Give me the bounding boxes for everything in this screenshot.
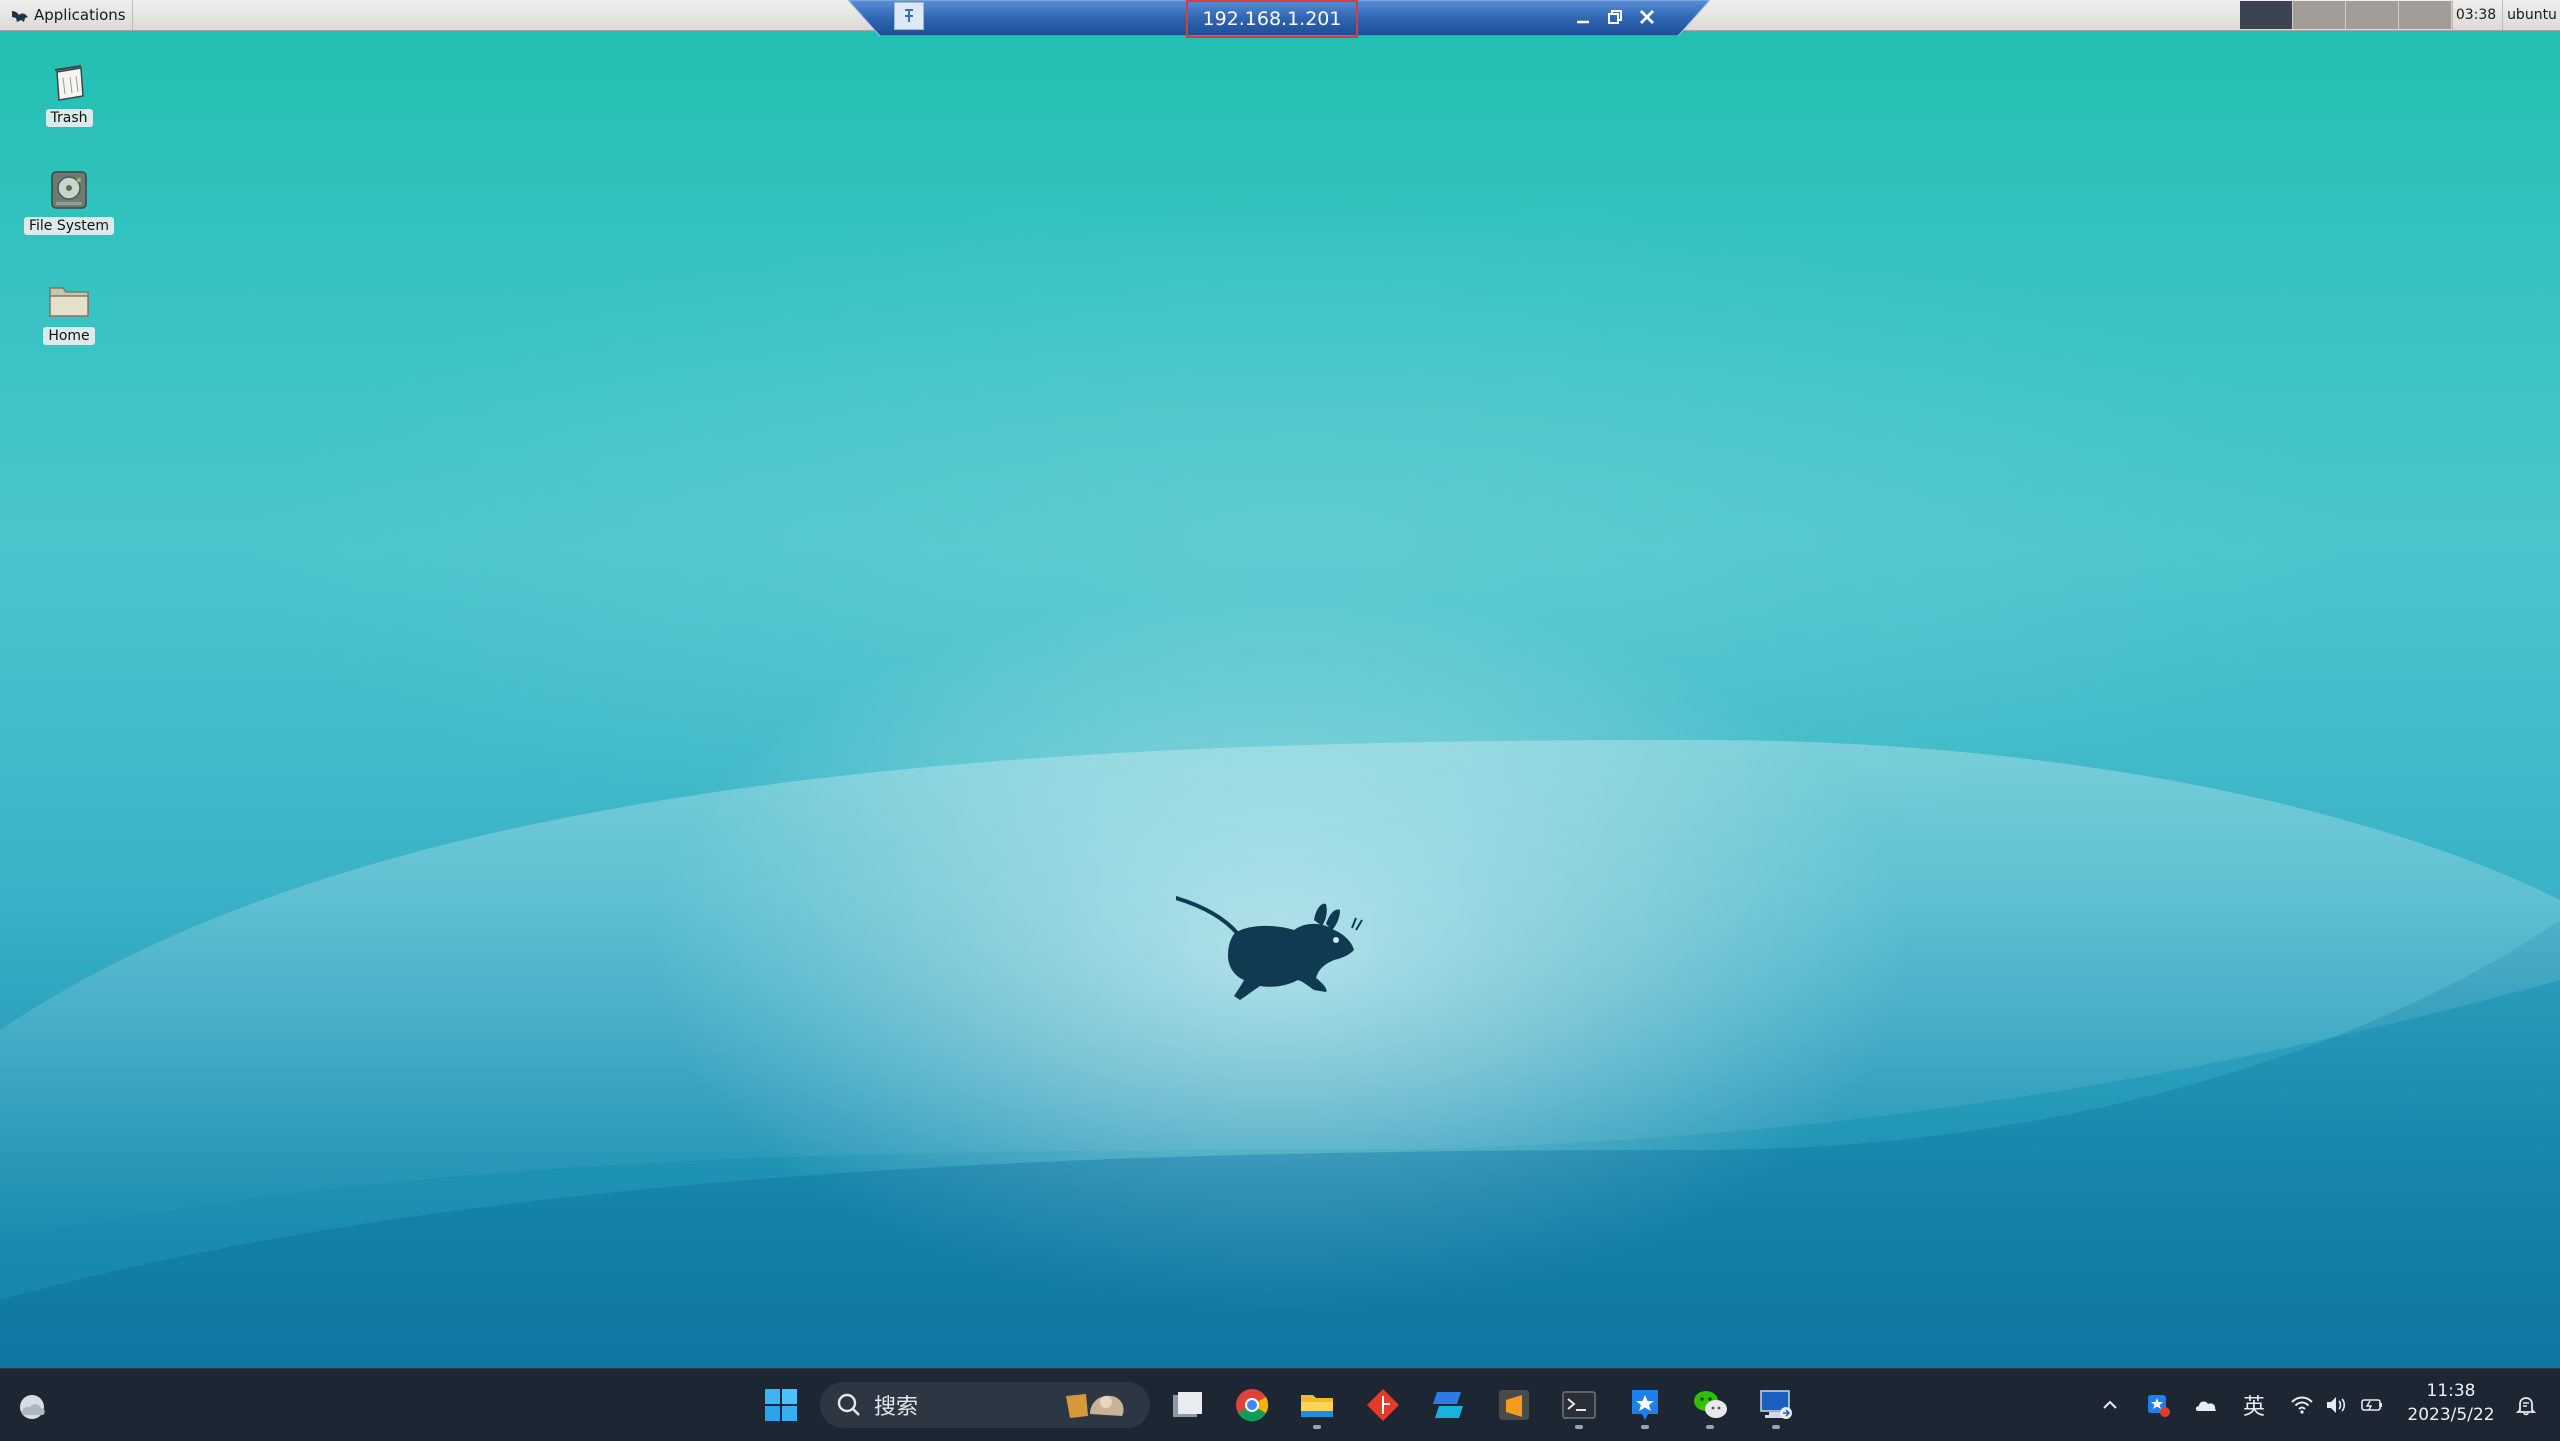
taskbar-azure-data-studio[interactable] <box>1421 1379 1475 1431</box>
battery-icon <box>2361 1399 2382 1411</box>
applications-menu-button[interactable]: Applications <box>4 0 133 30</box>
tray-wifi[interactable] <box>2284 1387 2320 1423</box>
tray-app-status[interactable] <box>2140 1387 2176 1423</box>
restore-icon <box>1608 10 1622 24</box>
panel-clock[interactable]: 03:38 <box>2452 0 2499 30</box>
tray-onedrive[interactable] <box>2188 1387 2224 1423</box>
windows-start-icon <box>765 1389 797 1421</box>
rdp-connection-bar: 192.168.1.201 <box>848 0 1710 38</box>
bell-icon <box>2515 1397 2537 1416</box>
taskbar-chrome[interactable] <box>1225 1379 1279 1431</box>
tray-overflow-button[interactable] <box>2092 1387 2128 1423</box>
weather-widget-icon[interactable] <box>14 1389 50 1425</box>
desktop-icon-home[interactable]: Home <box>24 276 114 345</box>
running-indicator <box>1313 1425 1321 1429</box>
pin-icon <box>905 9 913 22</box>
wallpaper-waves <box>0 740 2560 1368</box>
terminal-icon <box>1562 1391 1596 1419</box>
wifi-icon <box>2291 1396 2313 1414</box>
rdp-close-button[interactable] <box>1634 4 1660 30</box>
taskbar-git[interactable] <box>1356 1379 1410 1431</box>
running-indicator <box>1772 1425 1780 1429</box>
sublime-icon <box>1499 1390 1529 1420</box>
tray-volume[interactable] <box>2318 1387 2354 1423</box>
drive-icon <box>51 171 87 209</box>
rdp-restore-button[interactable] <box>1602 4 1628 30</box>
git-icon <box>1367 1389 1399 1421</box>
desktop-icon-trash[interactable]: Trash <box>24 58 114 127</box>
tray-app-icon <box>2148 1395 2170 1417</box>
workspace-switcher <box>2240 1 2452 29</box>
app-store-icon <box>1632 1390 1658 1420</box>
tray-ime-indicator[interactable]: 英 <box>2236 1387 2272 1423</box>
desktop-icon-label: Home <box>43 327 95 345</box>
rdp-connection-title: 192.168.1.201 <box>1186 0 1358 38</box>
taskbar-date: 2023/5/22 <box>2407 1405 2495 1425</box>
rdp-minimize-button[interactable] <box>1570 4 1596 30</box>
wechat-icon <box>1694 1391 1727 1418</box>
remote-desktop-icon <box>1760 1390 1792 1419</box>
taskbar-sublime-text[interactable] <box>1487 1379 1541 1431</box>
applications-label: Applications <box>34 6 126 24</box>
taskbar-remote-desktop[interactable] <box>1749 1379 1803 1431</box>
xfce-logo-icon <box>12 11 28 22</box>
taskbar-task-view[interactable] <box>1160 1379 1214 1431</box>
cloud-icon <box>2195 1401 2217 1411</box>
panel-user-menu[interactable]: ubuntu <box>2502 0 2560 30</box>
notification-center-button[interactable] <box>2508 1387 2544 1423</box>
running-indicator <box>1706 1425 1714 1429</box>
workspace-3[interactable] <box>2346 1 2399 29</box>
tray-battery[interactable] <box>2354 1387 2390 1423</box>
search-icon <box>837 1393 860 1416</box>
taskbar-wechat[interactable] <box>1683 1379 1737 1431</box>
desktop-wallpaper: Trash File System Home <box>0 0 2560 1368</box>
taskbar-clock[interactable]: 11:38 2023/5/22 <box>2396 1379 2506 1427</box>
search-placeholder: 搜索 <box>874 1395 919 1420</box>
workspace-2[interactable] <box>2293 1 2346 29</box>
windows-taskbar: 搜索 英 11:38 2023/5/22 <box>0 1368 2560 1441</box>
desktop-icon-label: Trash <box>45 109 93 127</box>
taskbar-file-explorer[interactable] <box>1290 1379 1344 1431</box>
start-button[interactable] <box>754 1379 808 1431</box>
chrome-icon <box>1236 1389 1269 1422</box>
speaker-icon <box>2327 1397 2346 1413</box>
xfce-mouse-logo <box>1176 896 1363 1000</box>
task-view-icon <box>1173 1392 1202 1417</box>
rdp-pin-button[interactable] <box>894 2 924 30</box>
azure-data-studio-icon <box>1433 1392 1463 1418</box>
chevron-up-icon <box>2103 1400 2117 1409</box>
close-icon <box>1640 10 1654 24</box>
taskbar-terminal[interactable] <box>1552 1379 1606 1431</box>
workspace-1[interactable] <box>2240 1 2293 29</box>
minimize-icon <box>1577 20 1589 24</box>
search-highlight-art-icon <box>1066 1394 1124 1418</box>
taskbar-time: 11:38 <box>2426 1381 2476 1401</box>
desktop-icon-label: File System <box>23 217 115 235</box>
trash-icon <box>54 65 84 101</box>
file-explorer-icon <box>1301 1395 1333 1417</box>
workspace-4[interactable] <box>2399 1 2452 29</box>
desktop-icon-file-system[interactable]: File System <box>23 166 115 235</box>
taskbar-search-box[interactable]: 搜索 <box>820 1382 1150 1428</box>
taskbar-app-store[interactable] <box>1618 1379 1672 1431</box>
running-indicator <box>1575 1425 1583 1429</box>
running-indicator <box>1641 1425 1649 1429</box>
folder-icon <box>49 287 89 317</box>
